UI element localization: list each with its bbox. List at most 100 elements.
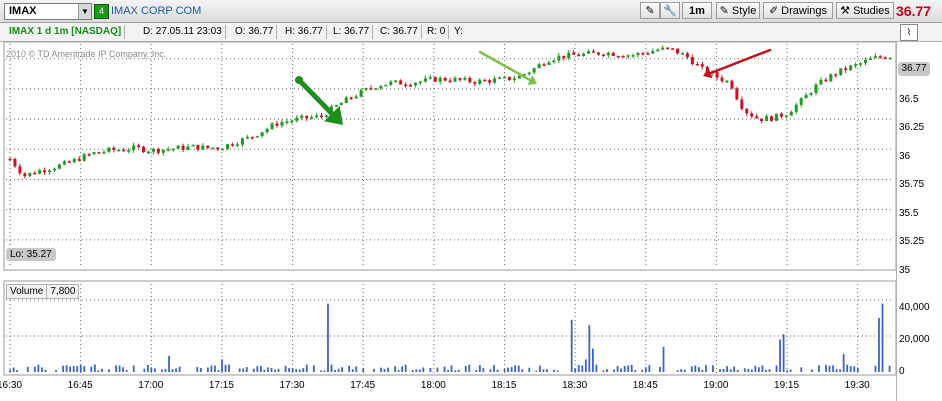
candle-body bbox=[527, 72, 531, 75]
candle-body bbox=[888, 57, 892, 60]
candle-body bbox=[537, 64, 541, 69]
candle-body bbox=[735, 88, 739, 100]
candle-body bbox=[750, 113, 754, 117]
candle-body bbox=[849, 65, 853, 70]
candle-body bbox=[819, 79, 823, 85]
price-axis-tick: 35.5 bbox=[899, 208, 919, 219]
candle-body bbox=[572, 52, 576, 55]
volume-bar bbox=[478, 365, 481, 372]
candle-body bbox=[359, 89, 363, 97]
volume-bar bbox=[588, 325, 591, 372]
candle-body bbox=[774, 113, 778, 121]
time-axis-tick: 19:00 bbox=[703, 380, 729, 391]
volume-bar bbox=[383, 368, 386, 372]
copyright-text: 2010 © TD Ameritrade IP Company, Inc. bbox=[6, 49, 167, 59]
candle-body bbox=[384, 84, 388, 87]
volume-bar bbox=[719, 369, 721, 372]
candle-body bbox=[102, 151, 106, 154]
candle-body bbox=[878, 56, 882, 58]
candle-body bbox=[53, 168, 57, 171]
volume-bar bbox=[726, 366, 728, 372]
candle-body bbox=[873, 56, 877, 59]
candle-body bbox=[517, 75, 521, 79]
candle-body bbox=[324, 115, 328, 117]
volume-bar bbox=[489, 369, 492, 372]
candle-body bbox=[285, 121, 289, 123]
candle-body bbox=[117, 149, 121, 152]
candle-body bbox=[231, 144, 235, 146]
candle-body bbox=[394, 80, 398, 82]
price-axis-tick: 36.25 bbox=[899, 122, 925, 133]
candle-body bbox=[354, 96, 358, 99]
volume-bar bbox=[757, 367, 760, 372]
volume-bar bbox=[662, 346, 665, 372]
candle-body bbox=[92, 152, 96, 155]
volume-bar bbox=[415, 369, 418, 372]
candle-body bbox=[685, 53, 689, 58]
candle-body bbox=[413, 82, 417, 86]
volume-bar bbox=[288, 368, 291, 372]
volume-axis-tick: 0 bbox=[899, 366, 905, 377]
volume-bar bbox=[277, 368, 280, 372]
volume-bar bbox=[683, 369, 686, 372]
volume-bar bbox=[150, 367, 153, 372]
candle-body bbox=[859, 63, 863, 65]
candle-body bbox=[784, 115, 788, 118]
candle-body bbox=[458, 78, 462, 80]
candle-body bbox=[409, 85, 413, 87]
candle-body bbox=[676, 48, 680, 54]
volume-bar bbox=[856, 367, 859, 372]
time-axis-tick: 19:30 bbox=[844, 380, 870, 391]
volume-bar bbox=[351, 369, 354, 372]
candle-body bbox=[641, 52, 645, 55]
volume-bar bbox=[623, 365, 626, 372]
candle-body bbox=[23, 173, 27, 177]
candle-body bbox=[132, 145, 136, 151]
volume-bar bbox=[574, 368, 577, 372]
candle-body bbox=[428, 77, 432, 79]
volume-bar bbox=[284, 365, 287, 372]
volume-bar bbox=[312, 365, 315, 372]
candle-body bbox=[730, 80, 734, 89]
candle-body bbox=[488, 80, 492, 83]
volume-bar bbox=[348, 365, 351, 372]
volume-bar bbox=[712, 365, 714, 372]
candle-body bbox=[186, 146, 190, 150]
candle-body bbox=[542, 64, 546, 66]
time-axis-tick: 17:45 bbox=[350, 380, 376, 391]
candle-body bbox=[161, 149, 165, 153]
price-volume-chart[interactable] bbox=[0, 0, 942, 401]
volume-bar bbox=[341, 367, 344, 372]
candle-body bbox=[137, 145, 141, 148]
volume-bar bbox=[118, 365, 121, 372]
volume-bar bbox=[510, 367, 513, 372]
volume-bar bbox=[644, 367, 647, 372]
candle-body bbox=[211, 147, 215, 150]
light-green-arrow-shaft bbox=[478, 50, 532, 82]
candle-body bbox=[567, 52, 571, 59]
candle-body bbox=[389, 81, 393, 85]
volume-bar bbox=[62, 365, 64, 372]
volume-bar bbox=[464, 366, 467, 372]
volume-axis-tick: 40,000 bbox=[899, 302, 930, 313]
candle-body bbox=[695, 64, 699, 66]
volume-bar bbox=[175, 368, 178, 372]
candle-body bbox=[379, 86, 383, 89]
volume-bar bbox=[825, 364, 827, 372]
volume-bar bbox=[842, 354, 845, 372]
candle-body bbox=[87, 154, 91, 156]
volume-bar bbox=[849, 366, 852, 372]
volume-bar bbox=[295, 369, 298, 372]
volume-bar bbox=[125, 370, 128, 372]
volume-bar bbox=[627, 365, 630, 372]
candle-body bbox=[344, 97, 348, 104]
candle-body bbox=[300, 115, 304, 118]
volume-bar bbox=[90, 366, 93, 372]
candle-body bbox=[418, 81, 422, 84]
volume-bar bbox=[577, 364, 580, 372]
candle-body bbox=[77, 158, 81, 161]
volume-bar bbox=[79, 365, 82, 372]
candle-body bbox=[67, 161, 71, 163]
volume-bar bbox=[143, 368, 146, 372]
volume-bar bbox=[496, 369, 499, 372]
